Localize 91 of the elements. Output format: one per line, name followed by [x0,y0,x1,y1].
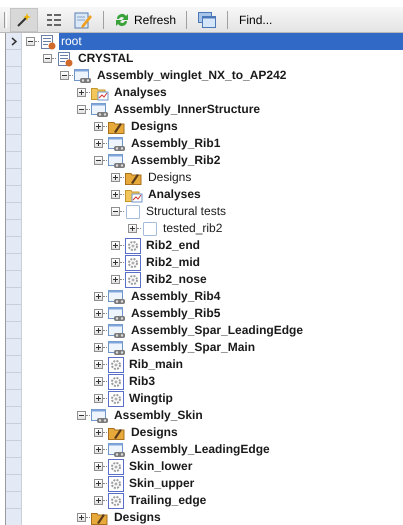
gear-icon [108,390,124,406]
tree-item[interactable]: Assembly_Spar_Main [129,339,258,356]
expand-icon[interactable] [111,190,120,199]
expand-icon[interactable] [94,139,103,148]
expand-icon[interactable] [111,241,120,250]
find-button[interactable]: Find... [235,8,276,32]
assembly-icon [108,306,126,322]
gear-icon [125,238,141,254]
report-icon [57,50,73,66]
refresh-icon [114,12,130,28]
toolbar-grip-icon [4,12,7,28]
expand-icon[interactable] [94,394,103,403]
tree-item[interactable]: Designs [129,424,180,441]
tree-item[interactable]: CRYSTAL [76,50,136,67]
tree-item[interactable]: Assembly_Rib2 [129,152,222,169]
collapse-icon[interactable] [94,156,103,165]
expand-icon[interactable] [94,445,103,454]
collapse-icon[interactable] [60,71,69,80]
expand-icon[interactable] [111,173,120,182]
tree-item[interactable]: Assembly_Skin [112,407,205,424]
tree-item[interactable]: Skin_upper [127,475,196,492]
tree-item[interactable]: Assembly_Rib1 [129,135,222,152]
collapse-icon[interactable] [77,105,86,114]
expand-icon[interactable] [77,88,86,97]
wand-icon [16,12,32,28]
tree-item[interactable]: Skin_lower [127,458,194,475]
tree-item[interactable]: Assembly_LeadingEdge [129,441,272,458]
collapse-icon[interactable] [111,207,120,216]
assembly-icon [108,442,126,458]
expand-icon[interactable] [94,377,103,386]
assembly-icon [108,152,126,168]
expand-icon[interactable] [77,513,86,522]
expand-icon[interactable] [94,496,103,505]
assembly-icon [108,340,126,356]
tree-item[interactable]: tested_rib2 [161,220,224,237]
blank-page-icon [142,220,158,236]
tree-item[interactable]: root [59,33,403,50]
gear-icon [125,254,141,270]
tree-item[interactable]: Analyses [112,84,169,101]
tree-item[interactable]: Assembly_Rib4 [129,288,222,305]
tree-item[interactable]: Structural tests [144,203,228,220]
tree-item[interactable]: Trailing_edge [127,492,208,509]
tree-item[interactable]: Rib2_mid [144,254,202,271]
refresh-button[interactable]: Refresh [111,8,180,32]
expand-icon[interactable] [94,122,103,131]
expand-icon[interactable] [94,479,103,488]
collapse-icon[interactable] [77,411,86,420]
gear-icon [108,458,124,474]
tree-item[interactable]: Designs [112,509,163,525]
expand-icon[interactable] [94,428,103,437]
expand-icon[interactable] [94,462,103,471]
assembly-icon [108,136,126,152]
expand-icon[interactable] [94,343,103,352]
expand-icon[interactable] [94,309,103,318]
gear-icon [108,492,124,508]
tree-item[interactable]: Analyses [146,186,203,203]
tree-item[interactable]: Assembly_winglet_NX_to_AP242 [95,67,288,84]
blank-page-icon [125,204,141,220]
assembly-icon [108,322,126,338]
row-header[interactable] [6,33,22,50]
tree-item[interactable]: Rib2_end [144,237,202,254]
assembly-icon [91,408,109,424]
assembly-icon [91,102,109,118]
expand-icon[interactable] [94,292,103,301]
report-icon [40,34,56,50]
expand-icon[interactable] [128,224,137,233]
windows-icon [198,12,216,28]
assembly-icon [108,288,126,304]
collapse-icon[interactable] [26,37,35,46]
expand-icon[interactable] [111,258,120,267]
gear-icon [108,374,124,390]
edit-icon [74,10,92,28]
collapse-icon[interactable] [43,54,52,63]
magic-wand-button[interactable] [10,8,38,32]
tree-item[interactable]: Rib2_nose [144,271,209,288]
gear-icon [108,476,124,492]
tree-item[interactable]: Designs [146,169,194,186]
tree-item[interactable]: Designs [129,118,180,135]
tree-item[interactable]: Assembly_Spar_LeadingEdge [129,322,306,339]
tree-item[interactable]: Wingtip [127,390,175,407]
gear-icon [108,356,124,372]
expand-icon[interactable] [94,360,103,369]
assembly-icon [74,68,92,84]
tree-item[interactable]: Rib_main [127,356,186,373]
tree-item[interactable]: Assembly_Rib5 [129,305,222,322]
list-icon [47,14,61,26]
tree-item[interactable]: Assembly_InnerStructure [112,101,262,118]
gear-icon [125,272,141,288]
expand-icon[interactable] [94,326,103,335]
tree-item[interactable]: Rib3 [127,373,158,390]
expand-icon[interactable] [111,275,120,284]
